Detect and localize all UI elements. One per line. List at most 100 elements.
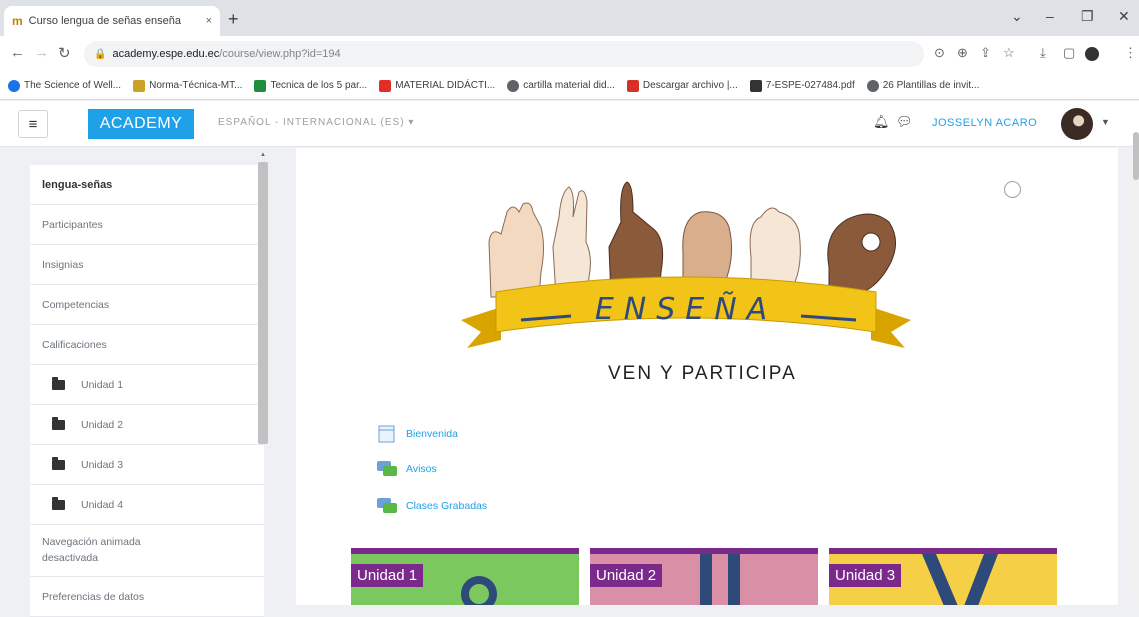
share-icon[interactable]: ⇪ — [980, 45, 991, 61]
user-menu-name[interactable]: JOSSELYN ACARO — [932, 117, 1037, 129]
forward-icon[interactable]: → — [34, 44, 49, 61]
completion-status-icon[interactable] — [1004, 181, 1021, 198]
hand-illustration-icon — [700, 554, 740, 605]
site-navbar: ≡ ACADEMY ESPAÑOL - INTERNACIONAL (ES) ▾… — [0, 101, 1139, 147]
bookmark-icon — [254, 79, 267, 92]
close-tab-icon[interactable]: × — [206, 15, 212, 27]
unit-tile-1[interactable]: Unidad 1 — [351, 548, 579, 605]
chevron-down-icon[interactable]: ▼ — [1101, 117, 1110, 127]
address-bar[interactable]: 🔒 academy.espe.edu.ec/course/view.php?id… — [84, 41, 924, 67]
hand-illustration-icon — [461, 576, 497, 605]
pdf-icon — [749, 79, 762, 92]
drawer-item-label: Unidad 1 — [81, 378, 124, 391]
bookmark-star-icon[interactable]: ☆ — [1003, 45, 1015, 61]
activity-clases-grabadas[interactable]: Clases Grabadas — [376, 497, 487, 515]
activity-link[interactable]: Clases Grabadas — [406, 500, 487, 512]
course-banner: ENSEÑA — [461, 181, 911, 348]
drawer-item-unit-4[interactable]: Unidad 4 — [30, 485, 264, 525]
url-path: /course/view.php?id=194 — [219, 48, 341, 60]
activity-avisos[interactable]: Avisos — [376, 460, 437, 478]
moodle-favicon-icon: m — [12, 14, 23, 28]
language-selector[interactable]: ESPAÑOL - INTERNACIONAL (ES) ▾ — [218, 117, 414, 128]
drawer-item-participants[interactable]: Participantes — [30, 205, 264, 245]
activity-link[interactable]: Bienvenida — [406, 428, 458, 440]
bookmark-label: Descargar archivo |... — [642, 80, 738, 91]
browser-toolbar: ← → ↻ 🔒 academy.espe.edu.ec/course/view.… — [0, 36, 1139, 72]
unit-label: Unidad 2 — [590, 564, 663, 587]
tile-top-strip — [351, 548, 579, 554]
bookmark-item[interactable]: Tecnica de los 5 par... — [254, 79, 367, 92]
folder-icon — [52, 456, 65, 470]
drawer-item-label: Participantes — [42, 218, 103, 231]
drawer-item-badges[interactable]: Insignias — [30, 245, 264, 285]
unit-tile-3[interactable]: Unidad 3 — [829, 548, 1057, 605]
browser-tab[interactable]: m Curso lengua de señas enseña × — [4, 6, 220, 36]
drawer-item-course[interactable]: lengua-señas — [30, 165, 264, 205]
bookmark-item[interactable]: The Science of Well... — [8, 79, 122, 92]
bookmark-label: cartilla material did... — [523, 80, 615, 91]
drawer-item-label: Calificaciones — [42, 338, 107, 351]
drawer-item-unit-1[interactable]: Unidad 1 — [30, 365, 264, 405]
folder-icon — [52, 416, 65, 430]
unit-label: Unidad 1 — [351, 564, 424, 587]
tab-search-icon[interactable]: ⌄ — [1011, 8, 1023, 25]
browser-tab-strip: m Curso lengua de señas enseña × + ⌄ – ❐… — [0, 0, 1139, 36]
globe-icon — [8, 79, 20, 92]
messages-chat-icon[interactable]: 💬︎ — [896, 114, 913, 130]
bookmark-label: 26 Plantillas de invit... — [882, 80, 980, 91]
site-brand-logo[interactable]: ACADEMY — [88, 109, 194, 139]
bookmarks-bar: The Science of Well... Norma-Técnica-MT.… — [0, 72, 1139, 100]
bookmark-label: 7-ESPE-027484.pdf — [765, 80, 855, 91]
page-icon — [378, 425, 395, 443]
drawer-item-data-preferences[interactable]: Preferencias de datos — [30, 577, 264, 617]
banner-word: ENSEÑA — [595, 291, 777, 327]
drawer-item-grades[interactable]: Calificaciones — [30, 325, 264, 365]
drawer-item-label: Insignias — [42, 258, 84, 271]
bookmark-item[interactable]: 26 Plantillas de invit... — [866, 79, 980, 92]
bookmark-item[interactable]: Descargar archivo |... — [626, 79, 738, 92]
drawer-item-unit-3[interactable]: Unidad 3 — [30, 445, 264, 485]
page-scrollbar-track[interactable] — [1126, 148, 1139, 605]
hand-illustration-icon — [922, 554, 998, 605]
drawer-item-label: lengua-señas — [42, 178, 113, 191]
page-scrollbar-thumb[interactable] — [1133, 132, 1139, 180]
activity-bienvenida[interactable]: Bienvenida — [376, 425, 458, 443]
folder-icon — [52, 376, 65, 390]
side-panel-icon[interactable]: ▢ — [1063, 45, 1075, 61]
globe-icon — [866, 79, 879, 92]
avatar[interactable] — [1061, 108, 1093, 140]
forum-icon — [377, 461, 397, 476]
activity-link[interactable]: Avisos — [406, 463, 437, 475]
chrome-menu-icon[interactable]: ⋮ — [1124, 45, 1137, 61]
bookmark-item[interactable]: 7-ESPE-027484.pdf — [749, 79, 855, 92]
forum-icon — [377, 498, 397, 513]
drawer-item-unit-2[interactable]: Unidad 2 — [30, 405, 264, 445]
bookmark-label: MATERIAL DIDÁCTI... — [395, 80, 496, 91]
bookmark-item[interactable]: MATERIAL DIDÁCTI... — [379, 79, 496, 92]
drawer-item-competencies[interactable]: Competencias — [30, 285, 264, 325]
close-window-icon[interactable]: ✕ — [1118, 8, 1130, 25]
drawer-item-label: Preferencias de datos — [42, 590, 145, 603]
google-lens-icon[interactable]: ⊙ — [934, 45, 945, 61]
zoom-icon[interactable]: ⊕ — [957, 45, 968, 61]
bookmark-item[interactable]: Norma-Técnica-MT... — [133, 79, 242, 92]
drawer-toggle-button[interactable]: ≡ — [18, 110, 48, 138]
downloads-icon[interactable]: ⤓ — [1040, 45, 1046, 61]
banner-tagline: VEN Y PARTICIPA — [608, 363, 797, 384]
drawer-item-animated-navigation[interactable]: Navegación animada desactivada — [30, 525, 264, 577]
unit-tile-2[interactable]: Unidad 2 — [590, 548, 818, 605]
reload-icon[interactable]: ↻ — [58, 44, 71, 62]
back-icon[interactable]: ← — [10, 44, 25, 61]
restore-icon[interactable]: ❐ — [1081, 8, 1094, 25]
lock-icon: 🔒 — [94, 48, 107, 60]
notifications-bell-icon[interactable]: 🔔︎ — [873, 114, 890, 130]
new-tab-button[interactable]: + — [228, 9, 239, 30]
minimize-icon[interactable]: – — [1046, 8, 1054, 24]
scroll-up-arrow-icon[interactable]: ▲ — [260, 152, 266, 158]
drawer-item-label: Competencias — [42, 298, 110, 311]
profile-icon[interactable] — [1085, 47, 1099, 61]
bookmark-label: The Science of Well... — [24, 80, 122, 91]
bookmark-item[interactable]: cartilla material did... — [507, 79, 615, 92]
drawer-item-label: Navegación animada desactivada — [42, 535, 141, 564]
drawer-scrollbar[interactable] — [258, 162, 268, 444]
